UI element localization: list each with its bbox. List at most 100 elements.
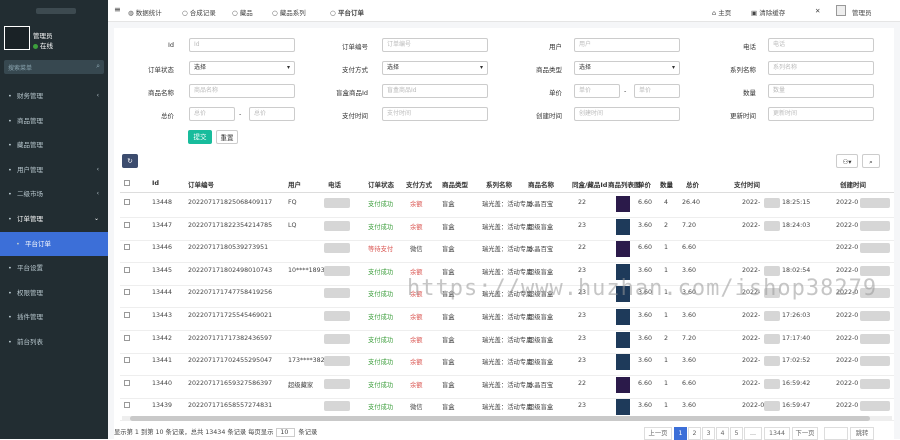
column-header[interactable]: 支付方式 (406, 179, 432, 189)
created-redacted (860, 356, 890, 367)
sidebar-item-6[interactable]: • 平台订单 (0, 231, 108, 257)
horizontal-scrollbar[interactable] (122, 416, 892, 421)
column-header[interactable]: 总价 (686, 179, 699, 189)
cell-paytime: 2022- (742, 334, 761, 342)
row-checkbox[interactable] (124, 312, 130, 318)
column-header[interactable]: 创建时间 (840, 179, 866, 189)
row-checkbox[interactable] (124, 379, 130, 386)
table-row[interactable]: 13448 202207171825068409117 FQ 支付成功 余额 盲盒 瑞光盖：… (120, 196, 894, 218)
sidebar-search-input[interactable]: 搜索菜单 ⌕ (4, 60, 104, 74)
search-icon[interactable]: ⌕ (96, 62, 100, 71)
sidebar-item-3[interactable]: • 用户管理 ‹ (0, 158, 108, 183)
column-header[interactable]: 商品类型 (442, 179, 468, 189)
filter-input[interactable]: 电话 (768, 38, 874, 52)
submit-button[interactable]: 提交 (188, 130, 212, 144)
table-row[interactable]: 13447 202207171822354214785 LQ 支付成功 余额 盲盒 瑞光盖：… (120, 218, 894, 241)
filter-input[interactable]: 支付时间 (382, 107, 488, 121)
cell-sid: 22 (578, 379, 587, 387)
sidebar-item-5[interactable]: • 订单管理 ⌄ (0, 207, 108, 232)
page-size-select[interactable]: 10 (276, 428, 296, 437)
filter-select[interactable]: 选择 (189, 61, 295, 75)
column-header[interactable]: 支付时间 (734, 179, 760, 189)
row-checkbox[interactable] (124, 266, 130, 273)
filter-range-max[interactable]: 单价 (634, 84, 680, 98)
filter-input[interactable]: 商品名称 (189, 84, 295, 98)
sidebar-item-label: 用户管理 (17, 165, 43, 174)
tab-0[interactable]: ◍ 数据统计 (128, 7, 162, 17)
product-thumbnail[interactable] (616, 376, 630, 393)
product-thumbnail[interactable] (616, 196, 630, 212)
column-header[interactable]: 系列名称 (486, 179, 512, 189)
filter-input[interactable]: 创建时间 (574, 107, 680, 121)
filter-input[interactable]: Id (189, 38, 295, 52)
sidebar-item-4[interactable]: • 二级市场 ‹ (0, 182, 108, 207)
filter-input[interactable]: 更新时间 (768, 107, 874, 121)
filter-range-min[interactable]: 单价 (574, 84, 620, 98)
sidebar-item-0[interactable]: • 财务管理 ‹ (0, 84, 108, 109)
row-checkbox[interactable] (124, 199, 130, 205)
row-checkbox[interactable] (124, 289, 130, 296)
tab-4[interactable]: ○ 平台订单 (330, 7, 364, 17)
table-row[interactable]: 13442 202207171717382436597 支付成功 余额 盲盒 瑞光盖：活动… (120, 331, 894, 354)
column-header[interactable]: 商品列表图 (608, 179, 641, 189)
search-toggle-button[interactable]: ⌕ (862, 154, 880, 168)
column-header[interactable]: 商品名称 (528, 179, 554, 189)
columns-toggle-button[interactable]: ⚇▾ (836, 154, 858, 168)
sidebar-item-9[interactable]: • 插件管理 (0, 305, 108, 330)
column-header[interactable]: 单价 (638, 179, 651, 189)
tab-1[interactable]: ○ 合成记录 (182, 7, 216, 17)
reset-button[interactable]: 重置 (216, 130, 238, 144)
column-header[interactable]: 电话 (328, 179, 341, 189)
tab-3[interactable]: ○ 藏品系列 (272, 7, 306, 17)
select-all-checkbox[interactable] (124, 180, 130, 186)
row-checkbox[interactable] (124, 221, 130, 228)
filter-range-min[interactable]: 总价 (189, 107, 235, 121)
product-thumbnail[interactable] (616, 218, 630, 235)
cell-pay: 微信 (410, 246, 423, 254)
admin-avatar[interactable] (836, 5, 846, 16)
row-checkbox[interactable] (124, 402, 130, 409)
tab-2[interactable]: ○ 藏品 (232, 7, 253, 17)
table-row[interactable]: 13446 20220717180539273951 等待支付 微信 盲盒 瑞光盖：活动专… (120, 241, 894, 264)
row-checkbox[interactable] (124, 334, 130, 341)
product-thumbnail[interactable] (616, 399, 630, 416)
row-checkbox[interactable] (124, 244, 130, 251)
column-header[interactable]: 订单编号 (188, 179, 214, 189)
filter-input[interactable]: 数量 (768, 84, 874, 98)
filter-input[interactable]: 订单编号 (382, 38, 488, 52)
filter-select[interactable]: 选择 (574, 61, 680, 75)
product-thumbnail[interactable] (616, 309, 630, 325)
product-thumbnail[interactable] (616, 331, 630, 348)
admin-menu[interactable]: 管理员 (852, 7, 872, 17)
refresh-button[interactable]: ↻ (122, 154, 138, 168)
filter-select[interactable]: 选择 (382, 61, 488, 75)
cell-price: 3.60 (638, 357, 653, 365)
filter-input[interactable]: 盲盒商品Id (382, 84, 488, 98)
filter-range-max[interactable]: 总价 (249, 107, 295, 121)
column-header[interactable]: 用户 (288, 179, 301, 189)
cell-qty: 4 (664, 199, 669, 206)
table-row[interactable]: 13441 202207171702455295047 173****3820 支付成… (120, 354, 894, 377)
column-header[interactable]: Id (152, 179, 159, 187)
column-header[interactable]: 订单状态 (368, 179, 394, 189)
filter-input[interactable]: 用户 (574, 38, 680, 52)
menu-toggle-icon[interactable]: ≡ (114, 5, 121, 14)
row-checkbox[interactable] (124, 357, 130, 364)
column-header[interactable]: 同盒/藏品Id (572, 179, 607, 189)
table-row[interactable]: 13443 202207171725545469021 支付成功 余额 盲盒 瑞光盖：活动… (120, 309, 894, 331)
scrollbar-thumb[interactable] (130, 416, 870, 421)
tab-label: 合成记录 (189, 9, 216, 17)
table-row[interactable]: 13440 202207171659327586397 超级藏家 支付成功 余额 盲盒 瑞光… (120, 376, 894, 399)
home-link[interactable]: ⌂ 主页 (712, 7, 731, 17)
product-thumbnail[interactable] (616, 241, 630, 258)
sidebar-item-2[interactable]: • 藏品管理 (0, 133, 108, 158)
sidebar-item-7[interactable]: • 平台设置 (0, 256, 108, 281)
filter-input[interactable]: 系列名称 (768, 61, 874, 75)
product-thumbnail[interactable] (616, 354, 630, 371)
fullscreen-icon[interactable]: ✕ (815, 7, 820, 15)
sidebar-item-10[interactable]: • 前台列表 (0, 330, 108, 355)
sidebar-item-1[interactable]: • 商品管理 (0, 109, 108, 134)
clear-cache-link[interactable]: ▣ 清除缓存 (751, 7, 785, 17)
sidebar-item-8[interactable]: • 权限管理 (0, 281, 108, 306)
column-header[interactable]: 数量 (660, 179, 673, 189)
